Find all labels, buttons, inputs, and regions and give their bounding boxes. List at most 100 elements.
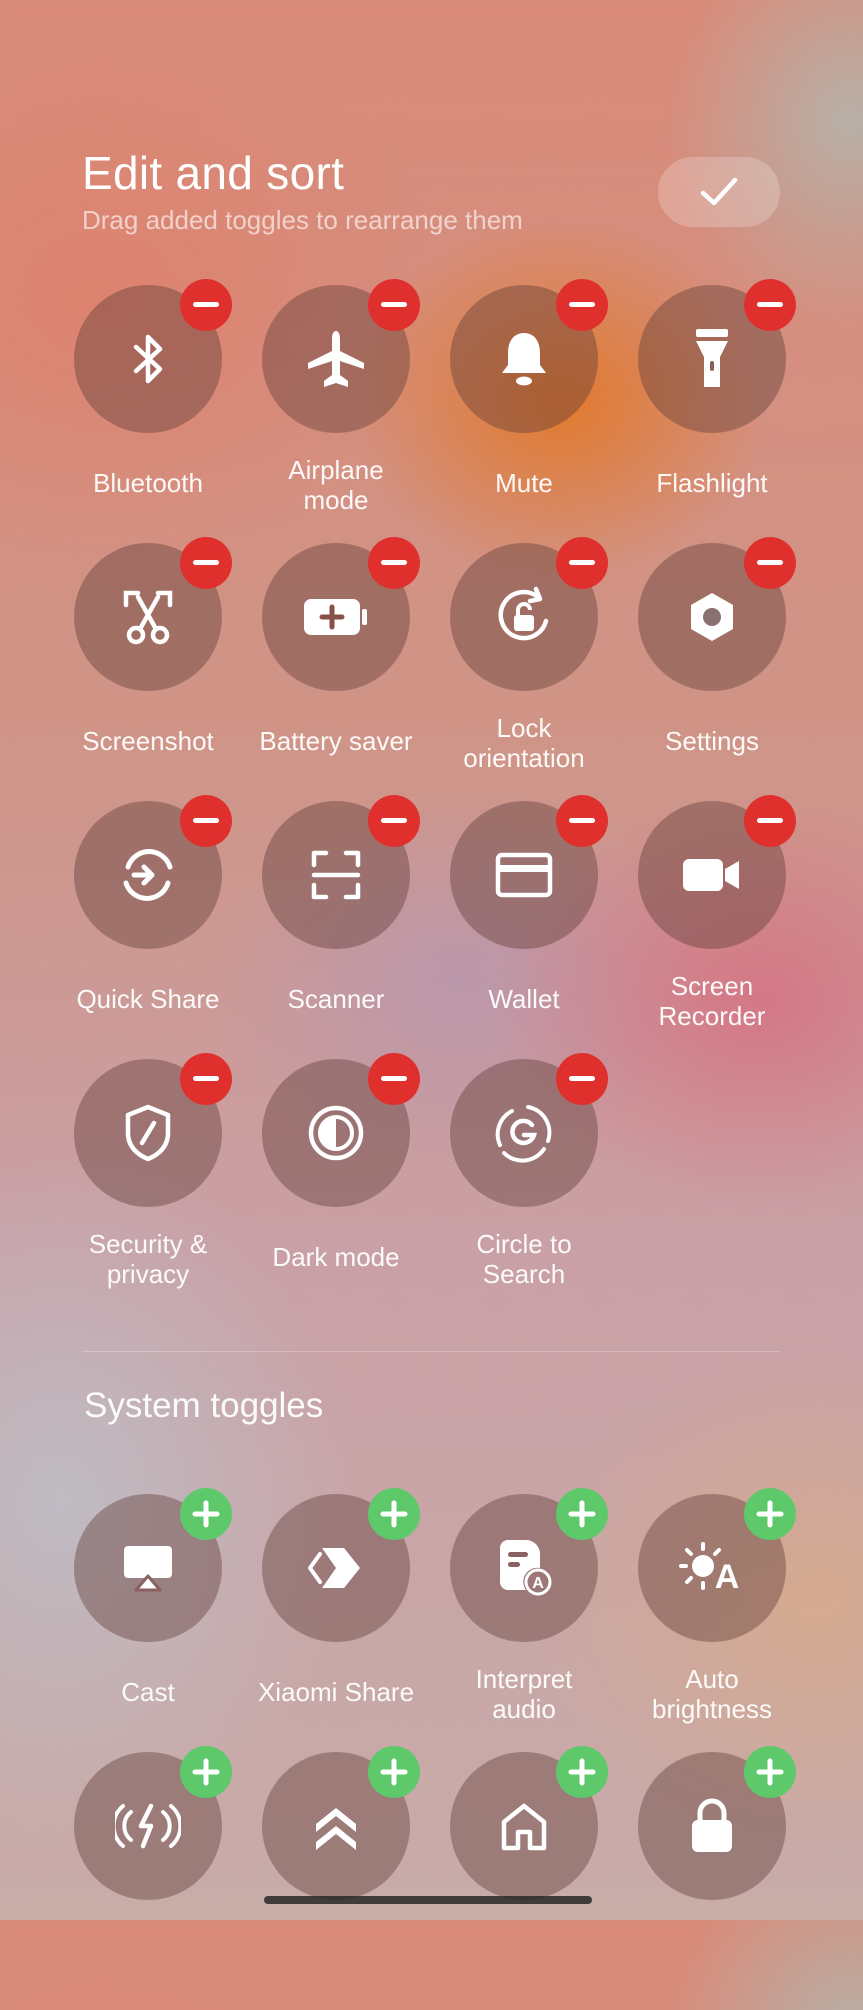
toggle-scanner[interactable]: Scanner xyxy=(262,795,450,1059)
remove-toggle-button[interactable] xyxy=(368,795,420,847)
plus-icon xyxy=(568,1500,596,1528)
toggle-label: Flashlight xyxy=(656,468,768,498)
plus-icon xyxy=(380,1758,408,1786)
toggle-airplane-mode[interactable]: Airplane mode xyxy=(262,279,450,543)
scissors-icon xyxy=(118,587,178,647)
toggle-label: Lock orientation xyxy=(463,713,585,773)
toggle-label: Auto brightness xyxy=(652,1664,772,1724)
toggle-label: Wallet xyxy=(488,984,560,1014)
add-toggle-button[interactable] xyxy=(180,1746,232,1798)
minus-icon xyxy=(757,818,783,824)
toggle-label: Screen Recorder xyxy=(658,971,766,1031)
auto-brightness-icon: A xyxy=(677,1538,747,1598)
remove-toggle-button[interactable] xyxy=(368,279,420,331)
section-divider xyxy=(82,1351,780,1352)
toggle-label: Scanner xyxy=(287,984,385,1014)
remove-toggle-button[interactable] xyxy=(556,279,608,331)
minus-icon xyxy=(381,1076,407,1082)
wallet-icon xyxy=(494,851,554,899)
add-toggle-button[interactable] xyxy=(556,1488,608,1540)
bluetooth-icon xyxy=(120,329,176,389)
double-chevron-up-icon xyxy=(310,1800,362,1852)
remove-toggle-button[interactable] xyxy=(556,1053,608,1105)
airplane-icon xyxy=(304,327,368,391)
toggle-lock-orientation[interactable]: Lock orientation xyxy=(450,537,638,801)
add-toggle-button[interactable] xyxy=(180,1488,232,1540)
page-title: Edit and sort xyxy=(82,147,345,199)
toggle-mute[interactable]: Mute xyxy=(450,279,638,543)
flashlight-icon xyxy=(692,327,732,391)
toggle-security-privacy[interactable]: Security & privacy xyxy=(74,1053,262,1317)
add-toggle-button[interactable] xyxy=(556,1746,608,1798)
minus-icon xyxy=(381,818,407,824)
toggle-label: Cast xyxy=(121,1677,175,1707)
add-toggle-button[interactable] xyxy=(368,1746,420,1798)
wireless-charging-icon xyxy=(115,1802,181,1850)
circle-to-search-icon xyxy=(492,1101,556,1165)
toggle-screen-recorder[interactable]: Screen Recorder xyxy=(638,795,826,1059)
remove-toggle-button[interactable] xyxy=(180,1053,232,1105)
toggle-home[interactable] xyxy=(450,1746,638,2010)
gear-icon xyxy=(684,589,740,645)
add-toggle-button[interactable] xyxy=(744,1488,796,1540)
toggle-double-chevron[interactable] xyxy=(262,1746,450,2010)
toggle-label: Battery saver xyxy=(259,726,413,756)
remove-toggle-button[interactable] xyxy=(744,795,796,847)
toggle-cast[interactable]: Cast xyxy=(74,1488,262,1752)
home-indicator[interactable] xyxy=(264,1896,592,1904)
page-subtitle: Drag added toggles to rearrange them xyxy=(82,205,523,235)
plus-icon xyxy=(756,1758,784,1786)
toggle-screenshot[interactable]: Screenshot xyxy=(74,537,262,801)
xiaomi-share-icon xyxy=(306,1542,366,1594)
plus-icon xyxy=(756,1500,784,1528)
toggle-wallet[interactable]: Wallet xyxy=(450,795,638,1059)
remove-toggle-button[interactable] xyxy=(556,795,608,847)
minus-icon xyxy=(193,818,219,824)
add-toggle-button[interactable] xyxy=(744,1746,796,1798)
minus-icon xyxy=(381,302,407,308)
toggle-label: Airplane mode xyxy=(288,455,384,515)
toggle-bluetooth[interactable]: Bluetooth xyxy=(74,279,262,543)
system-toggles-grid: Cast Xiaomi Share A Interpret audio A Au… xyxy=(74,1488,796,2010)
toggle-auto-brightness[interactable]: A Auto brightness xyxy=(638,1488,826,1752)
minus-icon xyxy=(569,302,595,308)
toggle-dark-mode[interactable]: Dark mode xyxy=(262,1053,450,1317)
remove-toggle-button[interactable] xyxy=(368,537,420,589)
remove-toggle-button[interactable] xyxy=(744,537,796,589)
plus-icon xyxy=(192,1758,220,1786)
toggle-label: Dark mode xyxy=(272,1242,400,1272)
remove-toggle-button[interactable] xyxy=(744,279,796,331)
toggle-wireless-charging[interactable] xyxy=(74,1746,262,2010)
section-title: System toggles xyxy=(84,1386,324,1425)
remove-toggle-button[interactable] xyxy=(180,537,232,589)
minus-icon xyxy=(381,560,407,566)
toggle-settings[interactable]: Settings xyxy=(638,537,826,801)
check-icon xyxy=(699,175,739,209)
toggle-quick-share[interactable]: Quick Share xyxy=(74,795,262,1059)
toggle-label: Circle to Search xyxy=(476,1229,572,1289)
toggle-label: Screenshot xyxy=(82,726,214,756)
remove-toggle-button[interactable] xyxy=(556,537,608,589)
svg-text:A: A xyxy=(715,1558,740,1596)
done-button[interactable] xyxy=(658,157,780,227)
toggle-label: Interpret audio xyxy=(475,1664,573,1724)
toggle-lock[interactable] xyxy=(638,1746,826,2010)
battery-saver-icon xyxy=(302,595,370,639)
toggle-label: Security & privacy xyxy=(88,1229,208,1289)
toggle-battery-saver[interactable]: Battery saver xyxy=(259,537,450,801)
toggle-interpret-audio[interactable]: A Interpret audio xyxy=(450,1488,638,1752)
minus-icon xyxy=(193,1076,219,1082)
remove-toggle-button[interactable] xyxy=(368,1053,420,1105)
add-toggle-button[interactable] xyxy=(368,1488,420,1540)
home-icon xyxy=(498,1800,550,1852)
toggle-flashlight[interactable]: Flashlight xyxy=(638,279,826,543)
quick-share-icon xyxy=(118,845,178,905)
minus-icon xyxy=(569,1076,595,1082)
minus-icon xyxy=(569,560,595,566)
remove-toggle-button[interactable] xyxy=(180,795,232,847)
toggle-label: Xiaomi Share xyxy=(257,1677,415,1707)
remove-toggle-button[interactable] xyxy=(180,279,232,331)
toggle-xiaomi-share[interactable]: Xiaomi Share xyxy=(258,1488,450,1752)
toggle-circle-to-search[interactable]: Circle to Search xyxy=(450,1053,638,1317)
minus-icon xyxy=(193,560,219,566)
